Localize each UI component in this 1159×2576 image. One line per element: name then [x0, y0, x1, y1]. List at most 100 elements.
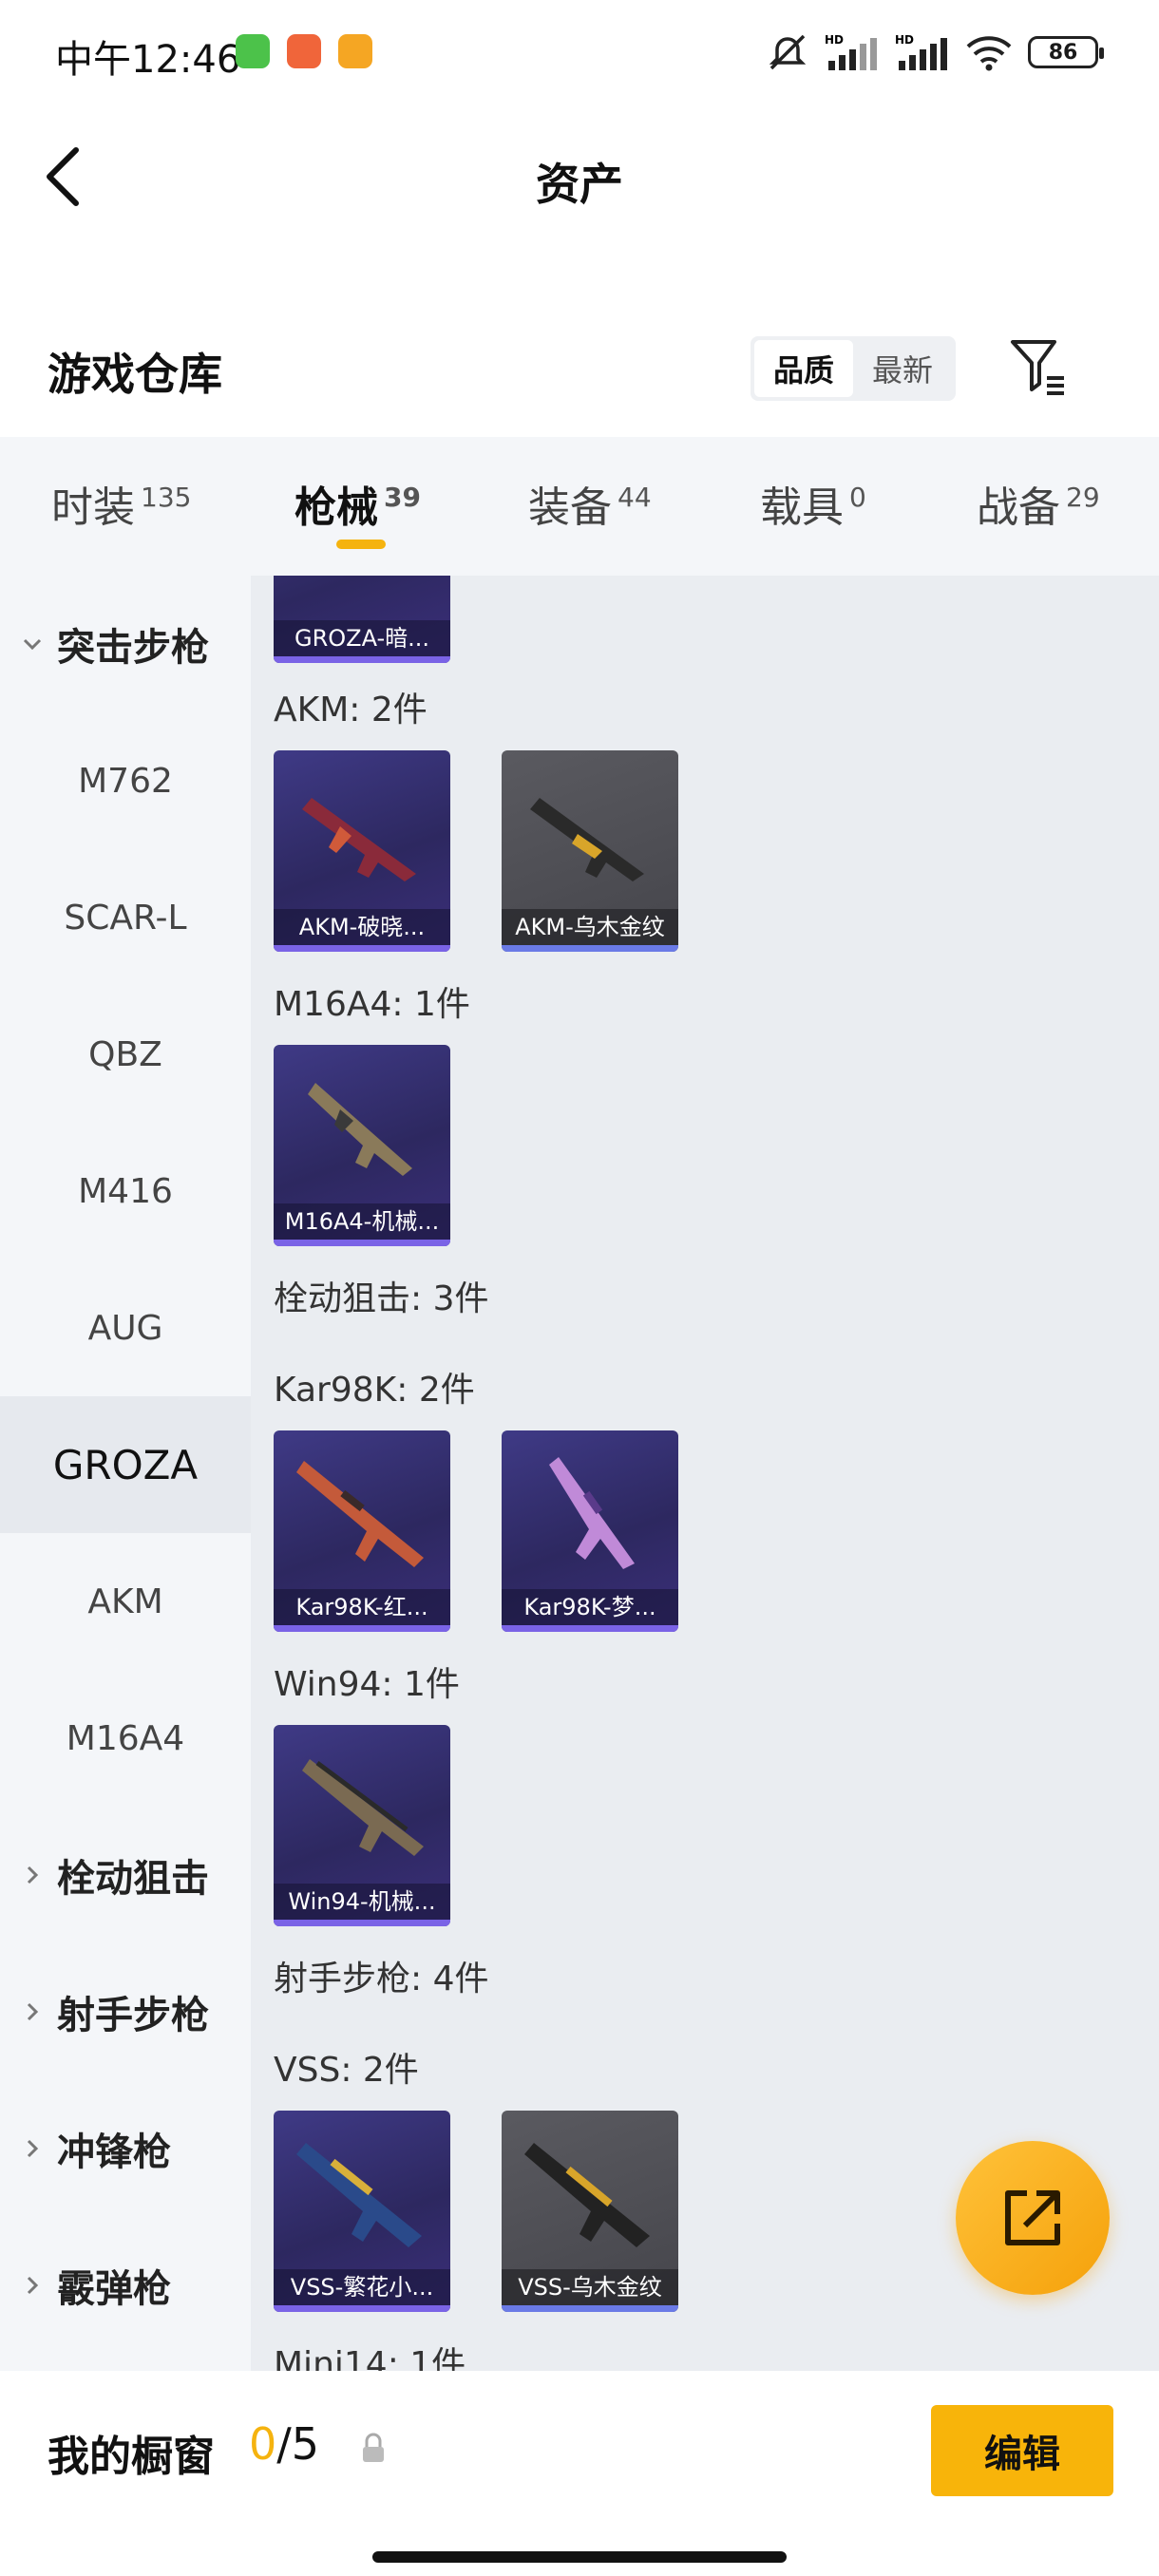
- group-label: 栓动狙击: 3件: [274, 1279, 489, 1318]
- svg-text:HD: HD: [895, 33, 914, 47]
- sort-newest-button[interactable]: 最新: [853, 340, 952, 397]
- sort-quality-button[interactable]: 品质: [754, 340, 853, 397]
- group-label: VSS: 2件: [274, 2051, 419, 2090]
- skin-card[interactable]: AKM-破晓...: [274, 750, 450, 952]
- signal-hd-icon-1: HD: [825, 33, 877, 70]
- group-label: M16A4: 1件: [274, 985, 470, 1024]
- sidebar-item-akm[interactable]: AKM: [0, 1533, 251, 1670]
- sniper-skin-icon: [296, 1461, 424, 1567]
- tab-equipment[interactable]: 装备 44: [528, 473, 652, 534]
- skin-card[interactable]: Win94-机械...: [274, 1725, 450, 1926]
- tab-vehicles[interactable]: 载具 0: [760, 473, 866, 534]
- rarity-stripe: [502, 945, 678, 952]
- tab-label: 枪械: [294, 483, 378, 532]
- chevron-right-icon: [27, 2002, 39, 2021]
- tab-label: 战备: [977, 483, 1060, 532]
- edit-button[interactable]: 编辑: [931, 2405, 1113, 2496]
- lock-icon: [363, 2433, 384, 2462]
- sidebar-item-m416[interactable]: M416: [0, 1123, 251, 1260]
- sidebar-item-qbz[interactable]: QBZ: [0, 986, 251, 1123]
- showcase-label: 我的橱窗: [48, 2433, 215, 2481]
- skin-card[interactable]: M16A4-机械...: [274, 1045, 450, 1246]
- tab-label: 载具: [760, 483, 844, 532]
- tab-count: 29: [1066, 482, 1100, 514]
- vss-skin-icon: [296, 2143, 422, 2247]
- status-bar: 中午12:46 HD HD 86: [0, 0, 1159, 104]
- battery-indicator: 86: [1028, 36, 1104, 68]
- skin-card[interactable]: GROZA-暗...: [274, 576, 450, 663]
- sidebar-group-shotgun[interactable]: 霰弹枪: [0, 2217, 251, 2354]
- chevron-right-icon: [27, 1866, 39, 1885]
- group-label: Kar98K: 2件: [274, 1371, 475, 1410]
- weapon-grid: GROZA-暗... AKM: 2件 AKM-破晓... AKM-乌木金纹 M1…: [251, 576, 1159, 2371]
- rifle-skin-icon: [530, 798, 644, 881]
- sidebar-item-aug[interactable]: AUG: [0, 1260, 251, 1396]
- showcase-bar: 我的橱窗 0/5 编辑: [0, 2371, 1159, 2576]
- tab-count: 0: [849, 482, 866, 514]
- skin-name: Kar98K-红...: [274, 1589, 450, 1625]
- rarity-stripe: [274, 1240, 450, 1246]
- group-label: Win94: 1件: [274, 1665, 460, 1704]
- skin-name: Kar98K-梦...: [502, 1589, 678, 1625]
- skin-card[interactable]: AKM-乌木金纹: [502, 750, 678, 952]
- rifle-skin-icon: [302, 798, 416, 881]
- tab-label: 装备: [528, 483, 612, 532]
- chevron-right-icon: [27, 2139, 39, 2158]
- skin-name: Win94-机械...: [274, 1884, 450, 1920]
- rifle-skin-icon: [308, 1083, 412, 1176]
- rarity-stripe: [274, 2305, 450, 2312]
- skin-card[interactable]: VSS-乌木金纹: [502, 2111, 678, 2312]
- notification-icon-message: [338, 34, 372, 68]
- skin-card[interactable]: VSS-繁花小...: [274, 2111, 450, 2312]
- share-external-icon: [1005, 2190, 1060, 2245]
- sidebar-group-marksman[interactable]: 射手步枪: [0, 1943, 251, 2080]
- tab-count: 39: [384, 482, 421, 514]
- category-tabs: 时装 135 枪械 39 装备 44 载具 0 战备 29: [0, 437, 1159, 576]
- active-tab-indicator: [336, 540, 386, 549]
- skin-name: AKM-乌木金纹: [502, 909, 678, 945]
- weapon-sidebar: 突击步枪 M762 SCAR-L QBZ M416 AUG GROZA AKM …: [0, 576, 251, 2371]
- signal-hd-icon-2: HD: [895, 33, 947, 70]
- tab-count: 44: [618, 482, 652, 514]
- skin-name: AKM-破晓...: [274, 909, 450, 945]
- lever-rifle-skin-icon: [302, 1759, 424, 1856]
- rarity-stripe: [274, 1920, 450, 1926]
- sidebar-item-groza[interactable]: GROZA: [0, 1396, 251, 1533]
- skin-card[interactable]: Kar98K-梦...: [502, 1430, 678, 1632]
- showcase-total: /5: [276, 2418, 320, 2470]
- tab-guns[interactable]: 枪械 39: [294, 473, 421, 534]
- rarity-stripe: [274, 1625, 450, 1632]
- skin-card[interactable]: Kar98K-红...: [274, 1430, 450, 1632]
- skin-name: GROZA-暗...: [274, 620, 450, 656]
- tab-supplies[interactable]: 战备 29: [977, 473, 1100, 534]
- vss-skin-icon: [524, 2143, 650, 2247]
- notification-icon-download: [236, 34, 270, 68]
- status-time: 中午12:46: [55, 38, 241, 82]
- sidebar-item-m16a4[interactable]: M16A4: [0, 1670, 251, 1807]
- sidebar-group-label: 栓动狙击: [57, 1857, 209, 1901]
- showcase-current: 0: [249, 2418, 277, 2470]
- group-label: Mini14: 1件: [274, 2345, 466, 2371]
- sort-toggle: 品质 最新: [750, 336, 956, 401]
- sidebar-group-label: 射手步枪: [57, 1994, 209, 2037]
- sidebar-group-smg[interactable]: 冲锋枪: [0, 2080, 251, 2217]
- sidebar-item-m762[interactable]: M762: [0, 712, 251, 849]
- sidebar-group-label: 冲锋枪: [57, 2131, 171, 2174]
- wifi-icon: [966, 36, 1012, 71]
- rarity-stripe: [274, 945, 450, 952]
- skin-name: VSS-繁花小...: [274, 2269, 450, 2305]
- sidebar-item-scar-l[interactable]: SCAR-L: [0, 849, 251, 986]
- tab-fashion[interactable]: 时装 135: [51, 473, 191, 534]
- skin-name: M16A4-机械...: [274, 1203, 450, 1240]
- group-label: 射手步枪: 4件: [274, 1960, 489, 1998]
- share-fab-button[interactable]: [956, 2141, 1110, 2295]
- chevron-down-icon: [23, 638, 42, 651]
- sidebar-group-label: 突击步枪: [57, 626, 209, 670]
- sidebar-group-bolt-sniper[interactable]: 栓动狙击: [0, 1807, 251, 1943]
- rarity-stripe: [502, 1625, 678, 1632]
- chevron-right-icon: [27, 2276, 39, 2295]
- tab-label: 时装: [51, 483, 135, 532]
- sidebar-group-assault-rifle[interactable]: 突击步枪: [0, 576, 251, 712]
- group-label: AKM: 2件: [274, 691, 428, 729]
- filter-icon[interactable]: [1007, 336, 1070, 399]
